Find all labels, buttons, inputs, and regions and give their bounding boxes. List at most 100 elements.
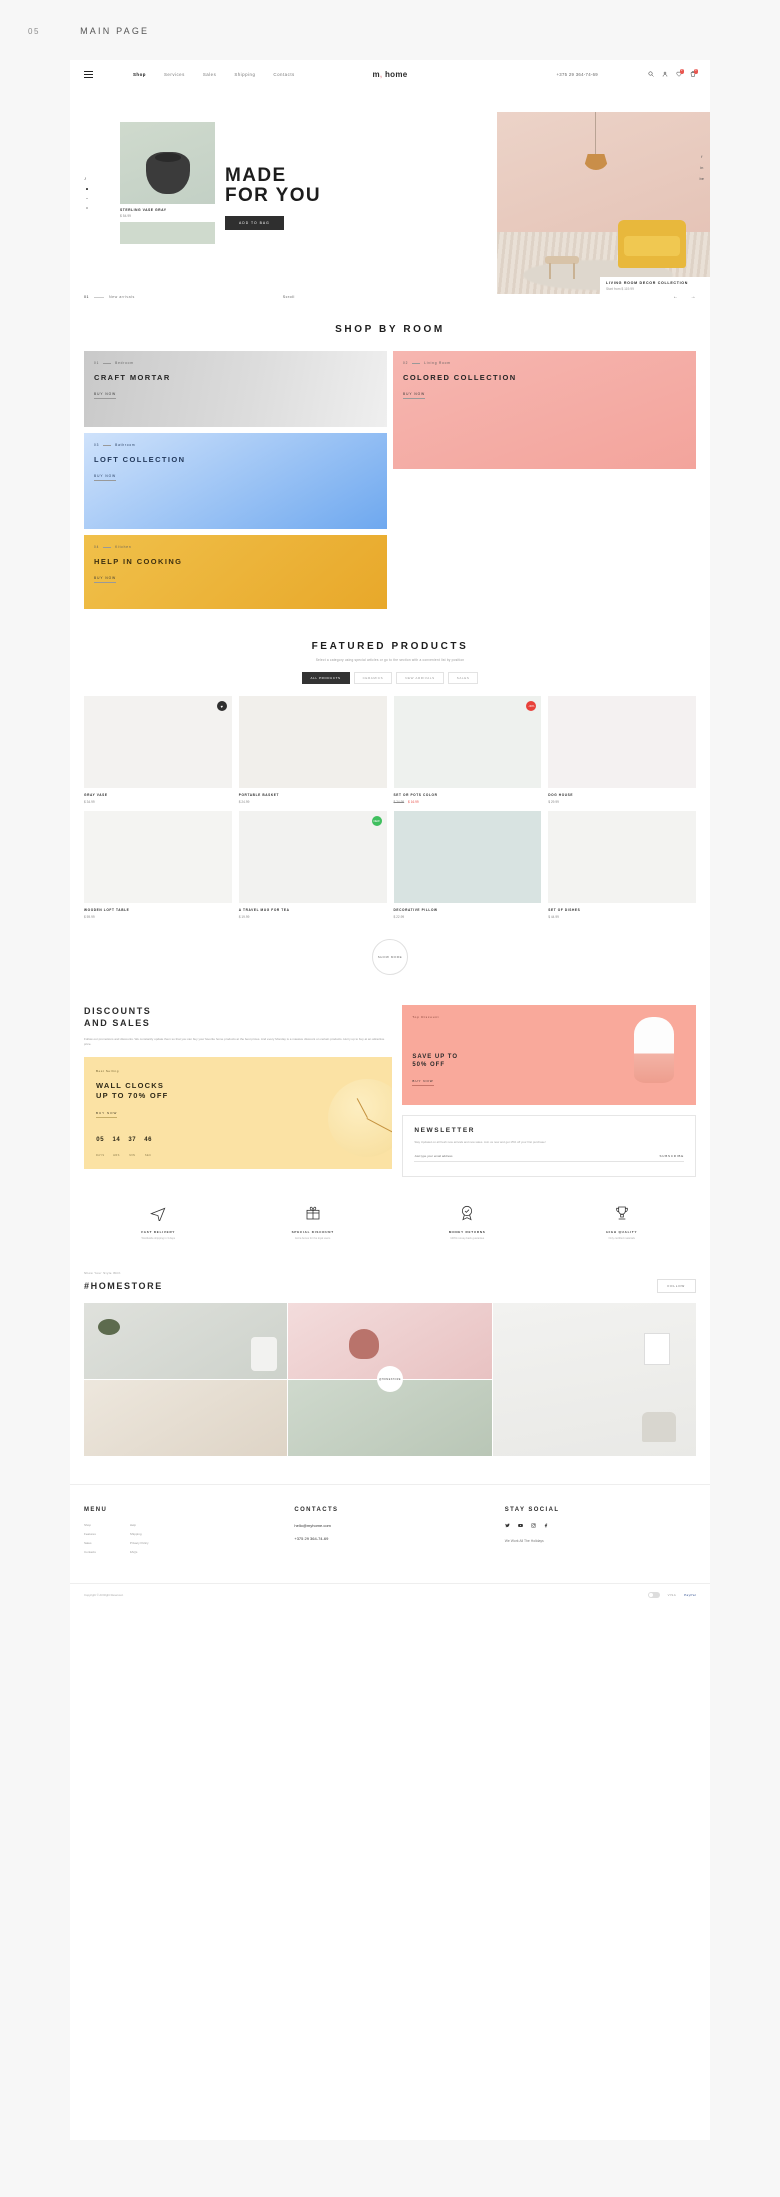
countdown-timer: 05 DAYS 14 HRS 37 MIN 46 SEC (96, 1137, 152, 1161)
clock-promo-card[interactable]: Best Selling WALL CLOCKS UP TO 70% OFF B… (84, 1057, 393, 1169)
feature-sub: 100% money-back guarantee (450, 1237, 485, 1240)
footer-menu-col2: Help Shipping Privacy Policy FAQs (130, 1523, 149, 1559)
hero-slide-dots[interactable] (86, 188, 88, 209)
footer-social-title: STAY SOCIAL (504, 1506, 560, 1513)
footer-link[interactable]: Help (130, 1523, 149, 1527)
discounts-section: DISCOUNTS AND SALES Follow our promotion… (84, 1005, 696, 1177)
newsletter-subscribe-button[interactable]: SUBSCRIBE (659, 1154, 684, 1158)
site-logo[interactable]: m, home (372, 70, 407, 79)
room-card-bedroom[interactable]: 01 Bedroom CRAFT MORTAR BUY NOW (84, 351, 387, 427)
room-card-kitchen[interactable]: 04 Kitchen HELP IN COOKING BUY NOW (84, 535, 387, 609)
new-price: $ 16.99 (408, 800, 419, 804)
gallery-item[interactable] (492, 1302, 696, 1456)
old-price: $ 24.99 (393, 800, 405, 804)
facebook-icon[interactable]: f (701, 154, 702, 159)
product-card[interactable]: DECORATIVE PILLOW $ 22.99 (393, 811, 542, 919)
chair-shape (641, 1411, 676, 1442)
room-buy-button[interactable]: BUY NOW (94, 392, 117, 399)
countdown-value: 46 (144, 1137, 153, 1143)
add-to-bag-button[interactable]: ADD TO BAG (225, 216, 284, 230)
instagram-badge[interactable]: @HOMESTORE (377, 1366, 403, 1393)
hero-color-swatch[interactable] (120, 222, 215, 244)
favorite-icon[interactable]: ♥ (216, 701, 227, 711)
countdown-unit: SEC (144, 1154, 152, 1157)
nav-item-sales[interactable]: Sales (203, 72, 216, 77)
product-card[interactable]: -30% SET OR POTS COLOR $ 24.99 $ 16.99 (393, 696, 542, 804)
footer-link[interactable]: Features (84, 1532, 96, 1536)
facebook-icon[interactable] (544, 1523, 549, 1529)
nav-item-services[interactable]: Services (164, 72, 185, 77)
room-card-bathroom[interactable]: 03 Bathroom LOFT COLLECTION BUY NOW (84, 433, 387, 529)
footer-link[interactable]: Shop (84, 1523, 96, 1527)
room-buy-button[interactable]: BUY NOW (94, 576, 117, 583)
clock-buy-button[interactable]: BUY NOW (96, 1111, 118, 1118)
sound-icon[interactable]: ♪ (84, 176, 87, 182)
prev-arrow-icon[interactable]: ← (673, 294, 679, 300)
product-card[interactable]: DOG HOUSE $ 29.99 (548, 696, 696, 804)
filter-new-arrivals[interactable]: NEW ARRIVALS (396, 672, 444, 684)
nav-right: +375 29 364-74-69 2 3 (556, 69, 698, 77)
footer-phone[interactable]: +375 29 364-74-69 (294, 1536, 504, 1541)
paypal-label: PayPal (684, 1592, 696, 1597)
footer-link[interactable]: Contacts (84, 1550, 96, 1554)
footer-link[interactable]: Privacy Policy (130, 1541, 149, 1545)
youtube-icon[interactable] (517, 1523, 523, 1529)
footer-menu-title: MENU (84, 1506, 108, 1513)
footer-link[interactable]: Shipping (130, 1532, 149, 1536)
instagram-icon[interactable] (530, 1522, 536, 1529)
filter-ceramics[interactable]: CERAMICS (353, 672, 393, 684)
product-card[interactable]: NEW A TRAVEL MUG FOR TEA $ 19.99 (238, 811, 387, 919)
product-name: SET OF DISHES (548, 908, 581, 912)
bag-icon[interactable]: 3 (690, 69, 698, 77)
gallery-item[interactable] (84, 1302, 288, 1379)
menu-icon[interactable] (84, 70, 93, 78)
behance-icon[interactable]: be (700, 176, 704, 181)
product-card[interactable]: ♥ GRAY VASE $ 34.99 (84, 696, 232, 804)
product-card[interactable]: SET OF DISHES $ 44.99 (548, 811, 696, 919)
hero-dot-1[interactable] (86, 188, 88, 190)
nav-item-shipping[interactable]: Shipping (234, 72, 255, 77)
header-phone[interactable]: +375 29 364-74-69 (556, 72, 598, 77)
footer-link[interactable]: FAQs (130, 1550, 149, 1554)
hero-dot-3[interactable] (86, 207, 88, 209)
product-price: $ 24.99 $ 16.99 (394, 800, 542, 804)
gallery-item[interactable] (84, 1379, 288, 1456)
product-price: $ 29.99 (548, 800, 696, 804)
room-card-living[interactable]: 02 Living Room COLORED COLLECTION BUY NOW (393, 351, 696, 469)
strip-divider (94, 296, 104, 298)
hero-dot-2[interactable] (86, 197, 88, 200)
show-more-button[interactable]: SHOW MORE (372, 939, 408, 975)
homestore-follow-button[interactable]: FOLLOW (656, 1278, 696, 1293)
search-icon[interactable] (648, 71, 654, 77)
room-cat: Kitchen (115, 545, 132, 549)
newsletter-email-input[interactable] (414, 1154, 660, 1159)
linkedin-icon[interactable]: in (700, 165, 703, 170)
hero-featured-product[interactable]: STERLING VASE GRAY $ 54.99 (120, 122, 215, 244)
room-buy-button[interactable]: BUY NOW (403, 392, 426, 399)
room-tag: 04 Kitchen (94, 545, 377, 549)
theme-toggle[interactable] (647, 1591, 660, 1598)
user-icon[interactable] (662, 71, 668, 77)
product-card[interactable]: PORTABLE BASKET $ 24.99 (238, 696, 387, 804)
nav-item-contacts[interactable]: Contacts (273, 72, 294, 77)
branch-shape (349, 1328, 380, 1359)
twitter-icon[interactable] (504, 1523, 510, 1529)
nav-links: Shop Services Sales Shipping Contacts (133, 72, 295, 77)
logo-text: home (384, 69, 408, 79)
room-title: HELP IN COOKING (94, 557, 183, 566)
product-card[interactable]: WOODEN LOFT TABLE $ 59.99 (84, 811, 232, 919)
footer-email[interactable]: hello@myhome.com (294, 1523, 504, 1528)
product-name: A TRAVEL MUG FOR TEA (238, 908, 290, 912)
heart-icon[interactable]: 2 (676, 69, 684, 77)
next-arrow-icon[interactable]: → (691, 294, 697, 300)
filter-all-products[interactable]: ALL PRODUCTS (301, 672, 350, 684)
sale-promo-card[interactable]: Top Discount SAVE UP TO 50% OFF BUY NOW (402, 1005, 696, 1105)
nav-item-shop[interactable]: Shop (133, 72, 146, 77)
featured-products-section: FEATURED PRODUCTS Select a category usin… (70, 641, 710, 975)
footer-link[interactable]: Sales (84, 1541, 96, 1545)
discounts-right: Top Discount SAVE UP TO 50% OFF BUY NOW … (402, 1005, 696, 1177)
sale-buy-button[interactable]: BUY NOW (412, 1079, 434, 1086)
room-buy-button[interactable]: BUY NOW (94, 474, 117, 481)
filter-sales[interactable]: SALES (447, 672, 479, 684)
product-image (393, 811, 542, 903)
